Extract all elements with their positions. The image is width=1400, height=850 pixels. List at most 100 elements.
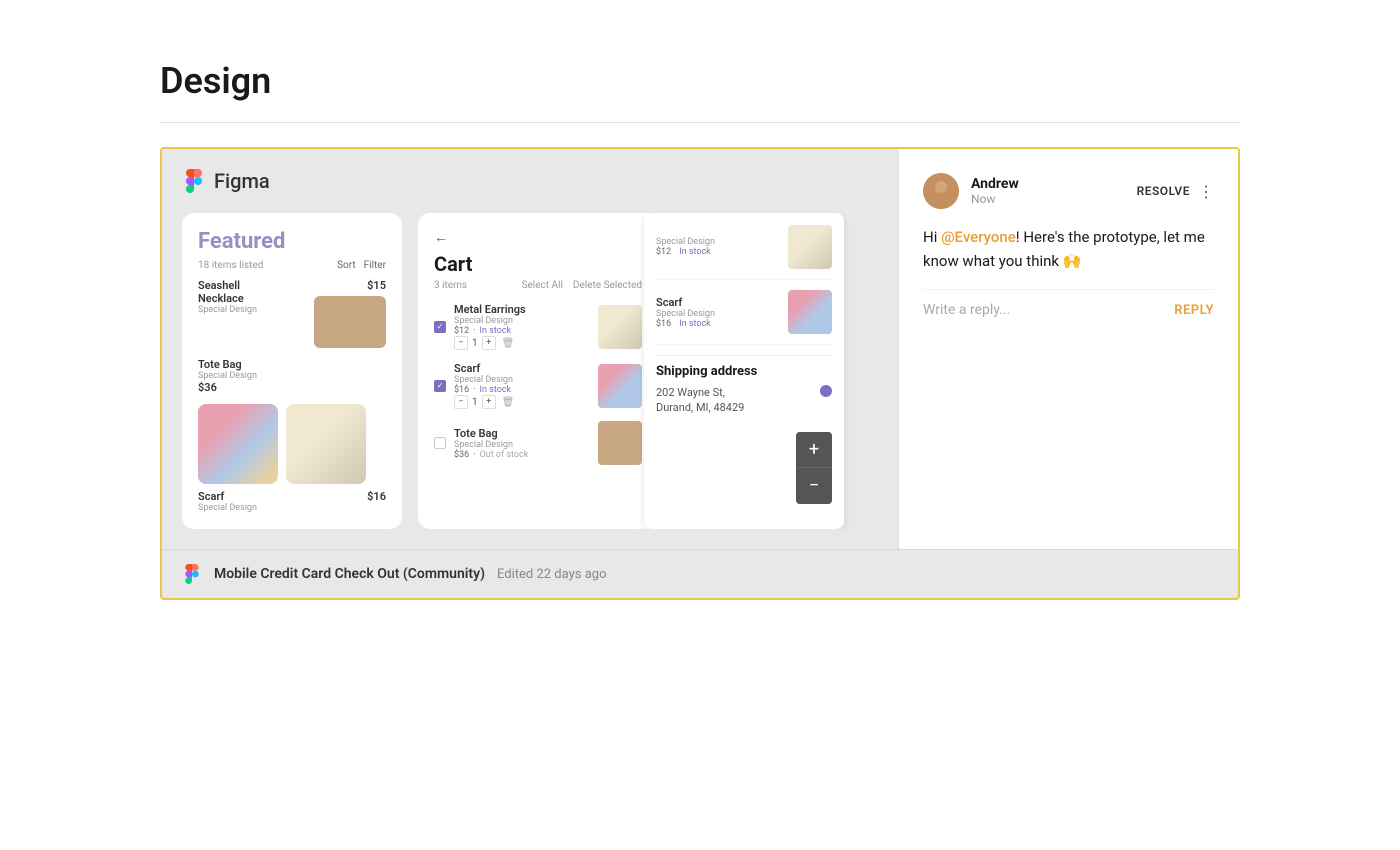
product-name-1b: Necklace	[198, 292, 257, 305]
zoom-minus-btn[interactable]: −	[796, 468, 832, 504]
shipping-address-text: 202 Wayne St, Durand, MI, 48429	[656, 385, 744, 416]
overlay-scarf-image	[788, 290, 832, 334]
cart-checkbox-scarf[interactable]: ✓	[434, 380, 446, 392]
product-price-scarf: $16	[367, 490, 386, 513]
cart-item-price-earrings: $12 · In stock	[454, 326, 590, 336]
cart-item-image-scarf	[598, 364, 642, 408]
cart-item-name-totebag: Tote Bag	[454, 427, 590, 440]
figma-title: Figma	[214, 169, 270, 193]
cart-item-qty-earrings: − 1 + 🗑	[454, 336, 590, 350]
comment-mention: @Everyone	[941, 228, 1016, 246]
cart-item-name-earrings: Metal Earrings	[454, 303, 590, 316]
overlay-item-scarf: Scarf Special Design $16 In stock	[656, 290, 832, 345]
screen-featured: Featured 18 items listed Sort Filter Sea	[182, 213, 402, 529]
product-image-scarf	[198, 404, 278, 484]
select-all-label[interactable]: Select All	[522, 280, 563, 291]
cart-title: Cart	[434, 252, 642, 276]
comment-actions: RESOLVE ⋮	[1137, 182, 1214, 201]
cart-item-sub-earrings: Special Design	[454, 316, 590, 326]
product-labels-row: Scarf Special Design $16	[198, 490, 386, 513]
card-footer: Mobile Credit Card Check Out (Community)…	[162, 549, 1238, 598]
overlay-item-earrings: Special Design $12 In stock	[656, 225, 832, 280]
sort-filter: Sort Filter	[337, 260, 386, 271]
comment-username: Andrew	[971, 176, 1125, 192]
overlay-scarf-stock: In stock	[679, 319, 711, 329]
cart-checkbox-totebag[interactable]	[434, 437, 446, 449]
items-count-row: 18 items listed Sort Filter	[198, 260, 386, 271]
preview-right-overlay: Special Design $12 In stock S	[644, 213, 844, 529]
zoom-plus-btn[interactable]: +	[796, 432, 832, 468]
zoom-controls: + −	[796, 432, 832, 504]
shipping-title: Shipping address	[656, 364, 832, 379]
cart-item-name-scarf: Scarf	[454, 362, 590, 375]
product-price-1: $15	[367, 279, 386, 292]
resolve-button[interactable]: RESOLVE	[1137, 184, 1190, 198]
overlay-scarf-price: $16	[656, 319, 671, 329]
trash-icon-earrings[interactable]: 🗑	[502, 338, 515, 349]
card-body: Figma Featured 18 items listed Sort Filt…	[162, 149, 1238, 549]
comment-user-info: Andrew Now	[971, 176, 1125, 206]
main-card: Figma Featured 18 items listed Sort Filt…	[160, 147, 1240, 600]
page-title: Design	[160, 60, 1240, 102]
product-item-1: Seashell Necklace Special Design $15	[198, 279, 386, 348]
qty-plus-earrings[interactable]: +	[482, 336, 496, 350]
product-sub-scarf: Special Design	[198, 503, 257, 513]
totebag-price: $36	[454, 450, 469, 460]
product-info-1: Seashell Necklace Special Design	[198, 279, 257, 315]
cart-meta-actions: Select All Delete Selected	[522, 280, 642, 291]
figma-logo-area: Figma	[182, 169, 878, 193]
overlay-earrings-image	[788, 225, 832, 269]
product-row-3	[198, 404, 386, 484]
product-price-image-1: $15	[314, 279, 386, 348]
overlay-earrings-price: $12	[656, 247, 671, 257]
cart-item-details-earrings: Metal Earrings Special Design $12 · In s…	[454, 303, 590, 350]
comment-header: Andrew Now RESOLVE ⋮	[923, 173, 1214, 209]
cart-items-count: 3 items	[434, 280, 467, 291]
earrings-price: $12	[454, 326, 469, 336]
cart-item-price-scarf: $16 · In stock	[454, 385, 590, 395]
qty-minus-earrings[interactable]: −	[454, 336, 468, 350]
product-price-2: $36	[198, 381, 257, 394]
qty-plus-scarf[interactable]: +	[482, 395, 496, 409]
cart-checkbox-earrings[interactable]: ✓	[434, 321, 446, 333]
qty-value-scarf: 1	[472, 397, 478, 408]
cart-item-sub-totebag: Special Design	[454, 440, 590, 450]
qty-minus-scarf[interactable]: −	[454, 395, 468, 409]
product-image-earrings	[286, 404, 366, 484]
reply-input-placeholder[interactable]: Write a reply...	[923, 302, 1174, 318]
comment-time: Now	[971, 192, 1125, 206]
overlay-earrings-stock: In stock	[679, 247, 711, 257]
cart-item-totebag: Tote Bag Special Design $36 · Out of sto…	[434, 421, 642, 465]
delete-selected-label[interactable]: Delete Selected	[573, 280, 642, 291]
cart-item-image-earrings	[598, 305, 642, 349]
cart-item-qty-scarf: − 1 + 🗑	[454, 395, 590, 409]
comment-body: Hi @Everyone! Here's the prototype, let …	[923, 225, 1214, 273]
cart-item-price-totebag: $36 · Out of stock	[454, 450, 590, 460]
product-image-1	[314, 296, 386, 348]
overlay-price-stock-earrings: $12 In stock	[656, 247, 780, 257]
product-item-2: Tote Bag Special Design $36	[198, 358, 386, 394]
reply-button[interactable]: REPLY	[1174, 303, 1214, 318]
earrings-separator: ·	[473, 326, 475, 336]
scarf-separator: ·	[473, 385, 475, 395]
shipping-radio[interactable]	[820, 385, 832, 397]
title-divider	[160, 122, 1240, 123]
cart-item-scarf: ✓ Scarf Special Design $16 · In stock	[434, 362, 642, 409]
cart-meta: 3 items Select All Delete Selected	[434, 280, 642, 291]
figma-logo-icon	[182, 169, 206, 193]
qty-value-earrings: 1	[472, 338, 478, 349]
avatar	[923, 173, 959, 209]
more-options-icon[interactable]: ⋮	[1198, 182, 1214, 201]
comment-panel: Andrew Now RESOLVE ⋮ Hi @Everyone! Here'…	[898, 149, 1238, 549]
filter-label: Filter	[364, 260, 386, 271]
back-icon[interactable]: ←	[434, 229, 642, 246]
product-info-2: Tote Bag Special Design $36	[198, 358, 257, 394]
trash-icon-scarf[interactable]: 🗑	[502, 397, 515, 408]
shipping-address-row: 202 Wayne St, Durand, MI, 48429	[656, 385, 832, 416]
figma-preview: Figma Featured 18 items listed Sort Filt…	[162, 149, 898, 549]
scarf-stock: In stock	[480, 385, 512, 395]
cart-item-sub-scarf: Special Design	[454, 375, 590, 385]
overlay-item-details-earrings: Special Design $12 In stock	[656, 237, 780, 257]
cart-item-details-totebag: Tote Bag Special Design $36 · Out of sto…	[454, 427, 590, 460]
overlay-item-details-scarf: Scarf Special Design $16 In stock	[656, 296, 780, 329]
